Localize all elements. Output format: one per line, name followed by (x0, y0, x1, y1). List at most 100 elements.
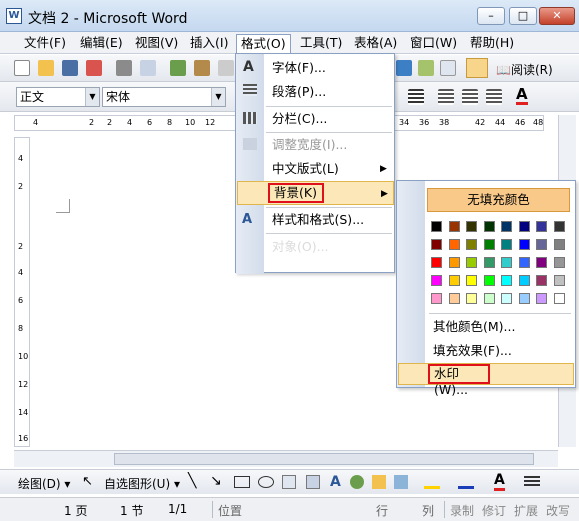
horizontal-scrollbar[interactable] (14, 450, 558, 467)
color-swatch[interactable] (518, 221, 530, 232)
vertical-textbox-icon[interactable] (306, 475, 320, 489)
color-swatch[interactable] (501, 257, 512, 268)
color-swatch[interactable] (466, 221, 477, 232)
minimize-button[interactable]: – (477, 7, 505, 25)
permission-icon[interactable] (86, 60, 102, 76)
menu-item-chinese-layout[interactable]: 中文版式(L) ▶ (236, 157, 394, 181)
justify-icon[interactable] (408, 89, 424, 105)
font-color-icon[interactable]: A (516, 86, 528, 105)
color-swatch[interactable] (466, 239, 477, 250)
color-swatch[interactable] (448, 257, 460, 268)
spelling-icon[interactable] (170, 60, 186, 76)
menu-tools[interactable]: 工具(T) (296, 34, 346, 52)
read-button[interactable]: 📖阅读(R) (496, 61, 553, 78)
zoom-icon[interactable] (466, 58, 488, 78)
color-swatch[interactable] (553, 239, 565, 250)
color-swatch[interactable] (501, 221, 512, 232)
color-swatch[interactable] (431, 257, 442, 268)
color-swatch[interactable] (518, 275, 530, 286)
status-extend[interactable]: 扩展 (510, 502, 542, 519)
cut-icon[interactable] (218, 60, 234, 76)
menu-table[interactable]: 表格(A) (350, 34, 401, 52)
color-swatch[interactable] (483, 257, 495, 268)
menu-insert[interactable]: 插入(I) (186, 34, 232, 52)
menu-format[interactable]: 格式(O) (236, 34, 291, 55)
menu-file[interactable]: 文件(F) (20, 34, 70, 52)
color-swatch[interactable] (483, 293, 495, 304)
color-swatch[interactable] (448, 293, 460, 304)
color-swatch[interactable] (518, 257, 530, 268)
color-swatch[interactable] (431, 221, 442, 232)
color-swatch[interactable] (518, 293, 530, 304)
color-swatch[interactable] (501, 293, 512, 304)
line-color-icon[interactable] (458, 475, 474, 489)
color-swatch[interactable] (431, 293, 442, 304)
menu-item-columns[interactable]: 分栏(C)... (236, 107, 394, 131)
scroll-thumb[interactable] (114, 453, 534, 465)
style-combo[interactable]: 正文 ▼ (16, 87, 100, 107)
diagram-icon[interactable] (350, 475, 364, 489)
no-fill-button[interactable]: 无填充颜色 (427, 188, 570, 212)
color-swatch[interactable] (466, 275, 477, 286)
color-swatch[interactable] (553, 257, 565, 268)
menu-item-styles[interactable]: 样式和格式(S)... (236, 208, 394, 232)
textbox-icon[interactable] (282, 475, 296, 489)
new-document-icon[interactable] (14, 60, 30, 76)
color-swatch[interactable] (518, 239, 530, 250)
color-swatch[interactable] (536, 293, 547, 304)
menu-view[interactable]: 视图(V) (131, 34, 182, 52)
clipart-icon[interactable] (372, 475, 386, 489)
color-swatch[interactable] (466, 293, 477, 304)
menu-item-more-colors[interactable]: 其他颜色(M)... (433, 317, 515, 337)
font-color-icon[interactable]: A (494, 473, 505, 491)
color-swatch[interactable] (483, 239, 495, 250)
color-swatch[interactable] (536, 275, 547, 286)
color-swatch[interactable] (501, 275, 512, 286)
drawing-icon[interactable] (396, 60, 412, 76)
color-swatch[interactable] (553, 293, 565, 304)
arrow-icon[interactable]: ↘ (210, 473, 222, 489)
show-hide-icon[interactable] (440, 60, 456, 76)
menu-item-fill-effects[interactable]: 填充效果(F)... (433, 341, 512, 361)
color-swatch[interactable] (536, 239, 547, 250)
menu-help[interactable]: 帮助(H) (466, 34, 518, 52)
font-combo[interactable]: 宋体 ▼ (102, 87, 226, 107)
document-map-icon[interactable] (418, 60, 434, 76)
picture-icon[interactable] (394, 475, 408, 489)
print-icon[interactable] (116, 60, 132, 76)
color-swatch[interactable] (483, 221, 495, 232)
autoshapes-button[interactable]: 自选图形(U) ▾ (104, 475, 180, 492)
color-swatch[interactable] (431, 239, 442, 250)
color-swatch[interactable] (448, 275, 460, 286)
maximize-button[interactable]: □ (509, 7, 537, 25)
print-preview-icon[interactable] (140, 60, 156, 76)
bullets-icon[interactable] (462, 89, 478, 105)
wordart-icon[interactable]: A (330, 474, 341, 490)
fill-color-icon[interactable] (424, 475, 440, 489)
color-swatch[interactable] (536, 257, 547, 268)
status-record[interactable]: 录制 (446, 502, 478, 519)
color-swatch[interactable] (501, 239, 512, 250)
menu-item-watermark[interactable]: 水印(W)... (398, 363, 574, 397)
color-swatch[interactable] (483, 275, 495, 286)
rectangle-icon[interactable] (234, 476, 250, 488)
open-folder-icon[interactable] (38, 60, 54, 76)
menu-item-paragraph[interactable]: 段落(P)... (236, 80, 394, 104)
numbering-icon[interactable] (438, 89, 454, 105)
oval-icon[interactable] (258, 476, 274, 488)
menu-window[interactable]: 窗口(W) (406, 34, 461, 52)
close-button[interactable]: ✕ (539, 7, 575, 25)
menu-item-font[interactable]: 字体(F)... (236, 56, 394, 80)
color-swatch[interactable] (431, 275, 442, 286)
color-swatch[interactable] (448, 221, 460, 232)
color-swatch[interactable] (553, 221, 565, 232)
menu-item-background[interactable]: 背景(K) ▶ (237, 181, 394, 205)
status-track-changes[interactable]: 修订 (478, 502, 510, 519)
color-swatch[interactable] (536, 221, 547, 232)
color-swatch[interactable] (448, 239, 460, 250)
line-style-icon[interactable] (524, 476, 540, 488)
line-icon[interactable]: ╲ (188, 473, 196, 489)
research-icon[interactable] (194, 60, 210, 76)
color-swatch[interactable] (466, 257, 477, 268)
draw-menu-button[interactable]: 绘图(D) ▾ (18, 475, 70, 492)
